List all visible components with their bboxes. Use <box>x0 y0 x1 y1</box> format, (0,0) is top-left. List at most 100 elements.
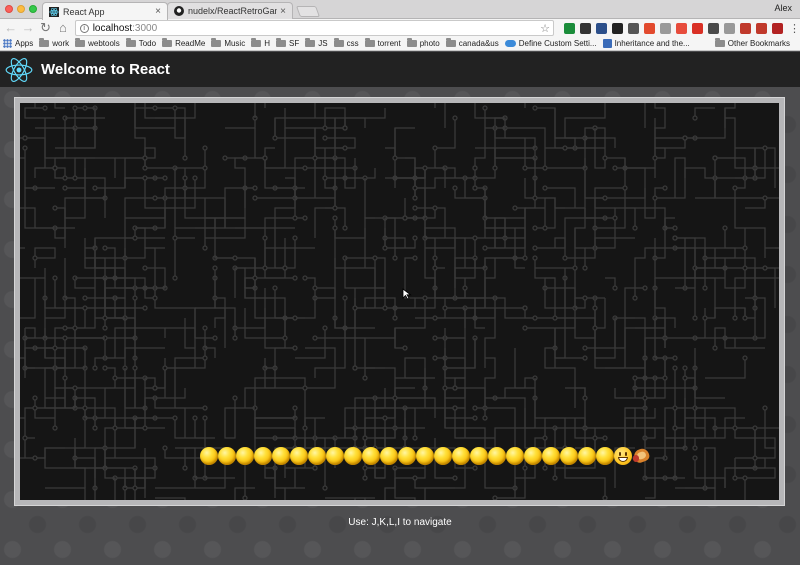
snake-body-segment <box>362 447 380 465</box>
profile-name[interactable]: Alex <box>774 3 792 13</box>
back-arrow-icon[interactable]: ← <box>4 21 17 35</box>
react-logo-icon <box>5 57 33 82</box>
folder-icon <box>251 38 262 47</box>
snake-body-segment <box>416 447 434 465</box>
navigation-hint: Use: J,K,L,I to navigate <box>348 517 452 528</box>
snake-body-segment <box>254 447 272 465</box>
snake-body-segment <box>506 447 524 465</box>
bookmark-item[interactable]: webtools <box>75 38 120 48</box>
bookmark-item[interactable]: Define Custom Setti... <box>504 39 597 48</box>
reload-icon[interactable]: ↻ <box>39 21 52 35</box>
bookmark-label: ReadMe <box>175 39 206 48</box>
extension-icon[interactable] <box>692 22 704 34</box>
snake-body-segment <box>560 447 578 465</box>
extension-icon[interactable] <box>724 22 736 34</box>
tab-title: nudelx/ReactRetroGame-Emo <box>188 6 277 16</box>
tab-react-app[interactable]: React App × <box>42 2 168 20</box>
bookmark-item[interactable]: Inheritance and the... <box>602 39 690 48</box>
close-window-button[interactable] <box>5 5 13 13</box>
extension-icon[interactable] <box>580 22 592 34</box>
bookmark-label: Music <box>224 39 246 48</box>
snake-body-segment <box>434 447 452 465</box>
app-header: Welcome to React <box>0 52 800 87</box>
home-icon[interactable]: ⌂ <box>56 21 69 35</box>
forward-arrow-icon[interactable]: → <box>21 21 35 35</box>
other-bookmarks-label: Other Bookmarks <box>727 39 790 48</box>
bookmark-item[interactable]: H <box>251 38 270 48</box>
bookmark-item[interactable]: Music <box>211 38 246 48</box>
extension-icon[interactable] <box>596 22 608 34</box>
circuit-pattern-background <box>20 103 779 500</box>
tab-github-repo[interactable]: nudelx/ReactRetroGame-Emo × <box>167 2 293 19</box>
extension-icon[interactable] <box>708 22 720 34</box>
game-board[interactable] <box>20 103 779 500</box>
extension-icon[interactable] <box>564 22 576 34</box>
bookmark-item[interactable]: SF <box>275 38 300 48</box>
extension-icon[interactable] <box>740 22 752 34</box>
snake-body-segment <box>272 447 290 465</box>
bookmark-label: Apps <box>15 39 34 48</box>
snake-body-segment <box>290 447 308 465</box>
bookmark-label: css <box>346 39 359 48</box>
react-favicon-icon <box>49 6 59 17</box>
extension-icon[interactable] <box>756 22 768 34</box>
folder-icon <box>162 38 173 47</box>
folder-icon <box>275 38 286 47</box>
snake-body-segment <box>398 447 416 465</box>
bookmark-label: JS <box>318 39 328 48</box>
info-icon[interactable]: i <box>79 23 89 33</box>
snake-body-segment <box>380 447 398 465</box>
extension-icon[interactable] <box>772 22 784 34</box>
browser-menu-icon[interactable]: ⋮ <box>789 22 800 35</box>
bookmark-item[interactable]: work <box>39 38 69 48</box>
snake <box>200 446 651 465</box>
bookmark-label: canada&us <box>458 39 499 48</box>
bookmark-item[interactable]: Todo <box>125 38 157 48</box>
snake-body-segment <box>344 447 362 465</box>
bookmark-label: Inheritance and the... <box>614 39 690 48</box>
minimize-window-button[interactable] <box>17 5 25 13</box>
bookmark-label: Todo <box>138 39 157 48</box>
address-port: :3000 <box>132 22 158 34</box>
folder-icon <box>75 38 86 47</box>
extension-icon[interactable] <box>628 22 640 34</box>
folder-icon <box>305 38 316 47</box>
folder-icon <box>714 38 725 47</box>
new-tab-button[interactable] <box>295 6 321 17</box>
bookmark-label: SF <box>288 39 300 48</box>
browser-tab-strip: React App × nudelx/ReactRetroGame-Emo × … <box>0 0 800 20</box>
extension-icon[interactable] <box>660 22 672 34</box>
bookmark-item[interactable]: css <box>333 38 359 48</box>
snake-body-segment <box>578 447 596 465</box>
bookmark-item[interactable]: canada&us <box>445 38 499 48</box>
folder-icon <box>445 38 456 47</box>
bookmark-item[interactable]: Apps <box>3 39 33 48</box>
extension-icon[interactable] <box>644 22 656 34</box>
bookmark-item[interactable]: ReadMe <box>162 38 206 48</box>
bookmark-star-icon[interactable]: ☆ <box>540 22 550 35</box>
extension-icons <box>564 22 784 34</box>
bookmark-item[interactable]: JS <box>305 38 328 48</box>
address-bar[interactable]: i localhost:3000 ☆ <box>74 20 555 36</box>
snake-head-smiley-icon <box>614 447 632 465</box>
folder-icon <box>364 38 375 47</box>
note-icon <box>602 39 612 48</box>
extension-icon[interactable] <box>612 22 624 34</box>
fullscreen-window-button[interactable] <box>29 5 37 13</box>
bookmark-item[interactable]: torrent <box>364 38 401 48</box>
browser-toolbar: ← → ↻ ⌂ i localhost:3000 ☆ ⋮ <box>0 19 800 37</box>
snake-body-segment <box>488 447 506 465</box>
tab-title: React App <box>63 6 105 17</box>
tab-close-icon[interactable]: × <box>155 6 161 17</box>
snake-body-segment <box>524 447 542 465</box>
bookmark-label: webtools <box>88 39 120 48</box>
bookmark-item[interactable]: photo <box>406 38 440 48</box>
folder-icon <box>125 38 136 47</box>
snake-body-segment <box>218 447 236 465</box>
bookmark-label: H <box>264 39 270 48</box>
tab-close-icon[interactable]: × <box>280 6 286 17</box>
other-bookmarks[interactable]: Other Bookmarks <box>714 38 790 48</box>
snake-body-segment <box>326 447 344 465</box>
snake-body-segment <box>236 447 254 465</box>
extension-icon[interactable] <box>676 22 688 34</box>
